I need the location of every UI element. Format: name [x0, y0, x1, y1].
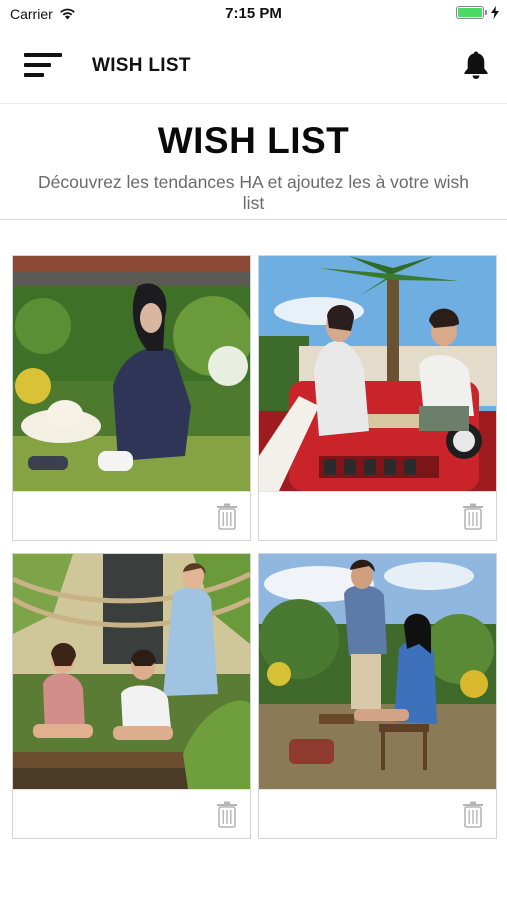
menu-button[interactable]	[24, 50, 64, 80]
wishlist-item[interactable]	[12, 553, 251, 839]
wishlist-item-actions	[13, 789, 250, 838]
page-subtitle: Découvrez les tendances HA et ajoutez le…	[38, 172, 469, 213]
couple-on-red-jeep-playing-chess-photo[interactable]	[259, 256, 496, 491]
woman-with-sun-hat-in-garden-photo[interactable]	[13, 256, 250, 491]
wishlist-item-actions	[259, 789, 496, 838]
trash-icon[interactable]	[462, 801, 484, 828]
trash-icon[interactable]	[462, 503, 484, 530]
wishlist-item[interactable]	[258, 255, 497, 541]
hamburger-line	[24, 73, 44, 77]
hamburger-menu-icon	[24, 53, 62, 57]
wishlist-item-actions	[13, 491, 250, 540]
bell-icon[interactable]	[463, 50, 489, 80]
trash-icon[interactable]	[216, 801, 238, 828]
wishlist-item-actions	[259, 491, 496, 540]
page-title: WISH LIST	[157, 120, 350, 161]
couple-in-denim-on-bench-photo[interactable]	[259, 554, 496, 789]
charging-bolt-icon	[491, 6, 499, 19]
clock: 7:15 PM	[225, 5, 282, 22]
wishlist-item[interactable]	[12, 255, 251, 541]
battery-icon	[456, 6, 487, 19]
wishlist-item[interactable]	[258, 553, 497, 839]
hamburger-line	[24, 63, 51, 67]
battery-indicator	[456, 6, 499, 19]
children-on-wooden-bridge-photo[interactable]	[13, 554, 250, 789]
navigation-bar: WISH LIST	[0, 28, 507, 104]
status-bar: Carrier 7:15 PM	[0, 0, 507, 28]
page-header: WISH LIST Découvrez les tendances HA et …	[0, 104, 507, 220]
nav-title: WISH LIST	[92, 55, 191, 76]
trash-icon[interactable]	[216, 503, 238, 530]
